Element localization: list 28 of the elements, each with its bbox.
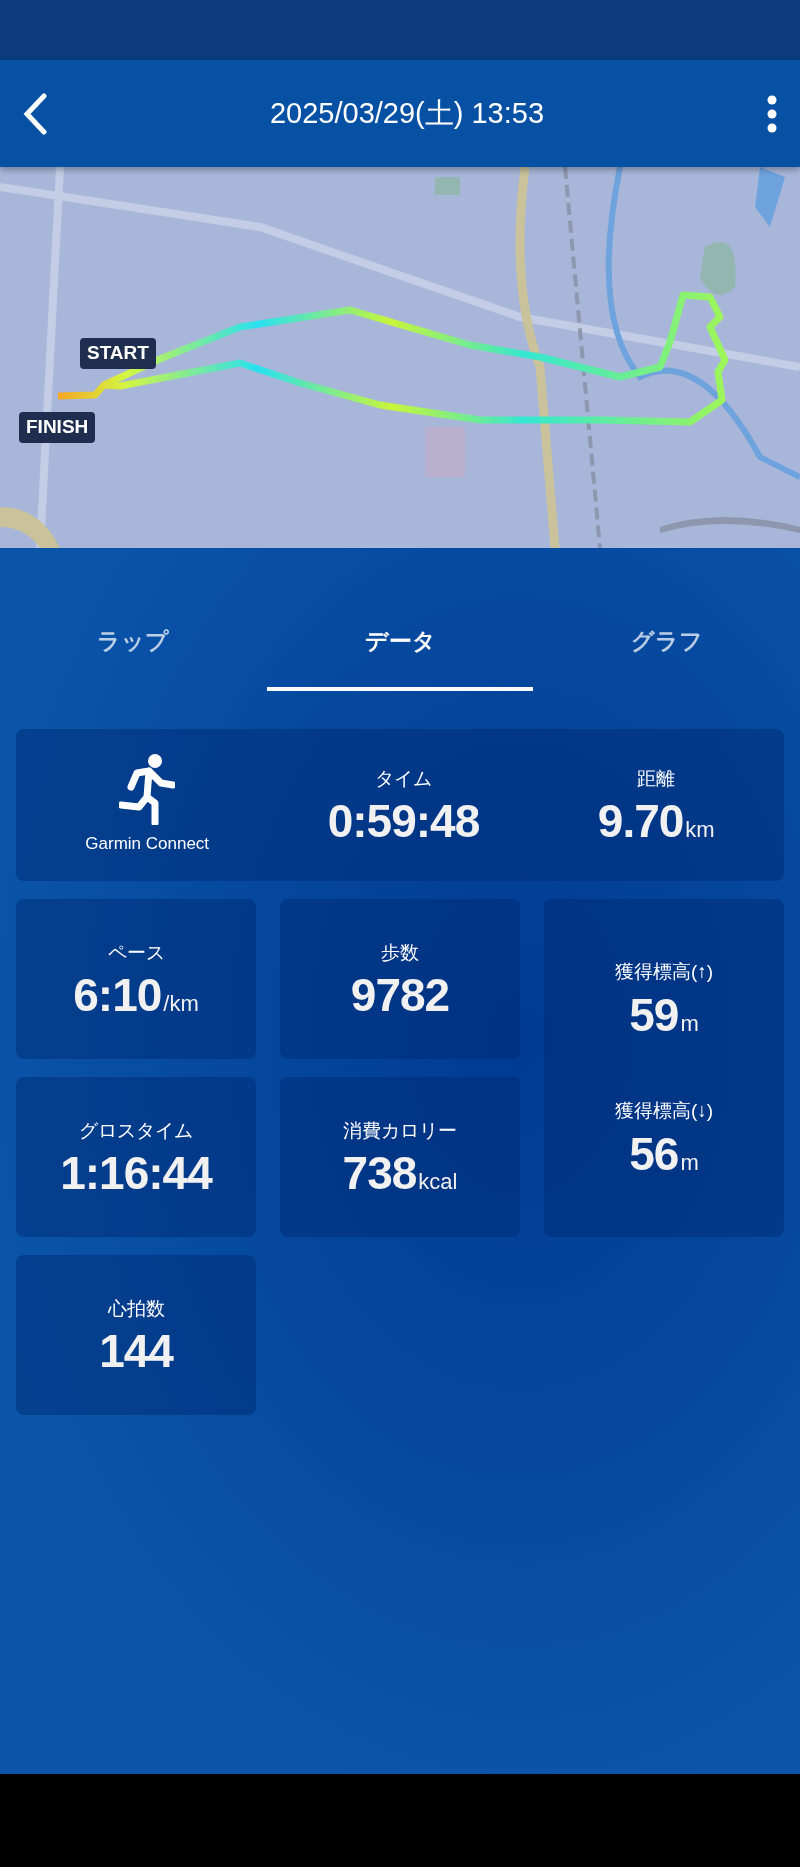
stat-label: 獲得標高(↑) — [614, 960, 714, 985]
more-options-icon[interactable] — [766, 93, 778, 134]
map-marker-label: START — [80, 338, 156, 369]
stat-value: 9.70km — [597, 797, 715, 846]
stat-value: 6:10/km — [73, 971, 199, 1020]
source-label: Garmin Connect — [85, 833, 210, 856]
stat-value: 738kcal — [342, 1149, 458, 1198]
stat-value: 9782 — [350, 971, 450, 1020]
stat-label: ペース — [107, 940, 165, 965]
stat-label: グロスタイム — [79, 1118, 193, 1143]
stat-label: 歩数 — [381, 940, 419, 965]
stat-value: 1:16:44 — [60, 1149, 212, 1198]
stat-label: 距離 — [637, 766, 676, 791]
stat-label: 獲得標高(↓) — [614, 1099, 714, 1124]
stat-label: 消費カロリー — [343, 1118, 457, 1143]
tab[interactable]: グラフ — [533, 596, 800, 691]
stat-label: タイム — [374, 766, 432, 791]
tab[interactable]: ラップ — [0, 596, 267, 691]
runner-icon — [119, 753, 176, 826]
stat-value: 0:59:48 — [327, 797, 480, 846]
map-marker-label: FINISH — [19, 412, 96, 443]
stat-value: 144 — [99, 1327, 173, 1376]
stat-label: 心拍数 — [107, 1296, 165, 1321]
stat-value: 56m — [629, 1129, 699, 1178]
tab[interactable]: データ — [267, 596, 533, 691]
back-icon[interactable] — [22, 92, 48, 135]
page-title: 2025/03/29(土) 13:53 — [269, 95, 545, 131]
stat-value: 59m — [629, 990, 699, 1039]
